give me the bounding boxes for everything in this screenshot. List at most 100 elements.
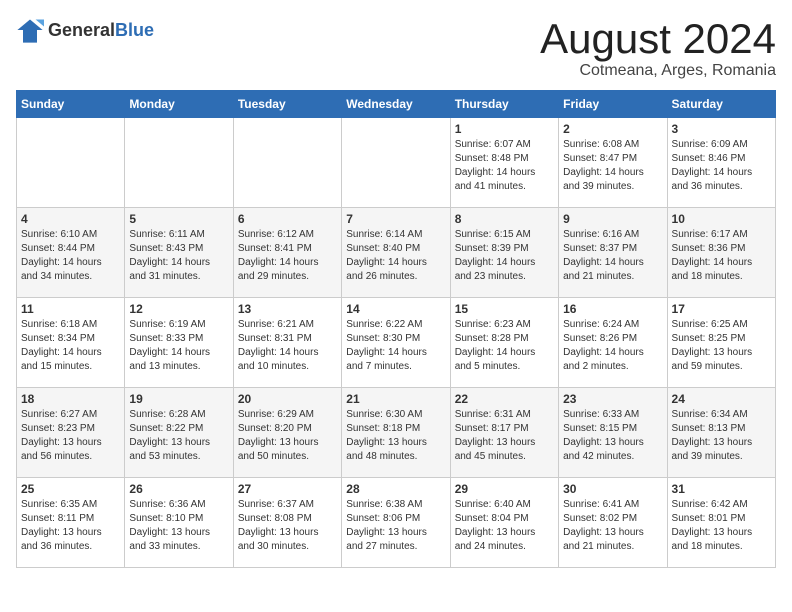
day-number: 31 [672, 482, 771, 496]
table-row: 7 Sunrise: 6:14 AM Sunset: 8:40 PM Daylig… [342, 208, 450, 298]
day-number: 30 [563, 482, 662, 496]
day-info: Sunrise: 6:25 AM Sunset: 8:25 PM Dayligh… [672, 318, 771, 374]
day-number: 16 [563, 302, 662, 316]
header-monday: Monday [125, 91, 233, 118]
day-info: Sunrise: 6:27 AM Sunset: 8:23 PM Dayligh… [21, 408, 120, 464]
table-row [233, 118, 341, 208]
day-info: Sunrise: 6:24 AM Sunset: 8:26 PM Dayligh… [563, 318, 662, 374]
logo-icon [16, 16, 44, 44]
day-number: 20 [238, 392, 337, 406]
day-info: Sunrise: 6:18 AM Sunset: 8:34 PM Dayligh… [21, 318, 120, 374]
day-info: Sunrise: 6:37 AM Sunset: 8:08 PM Dayligh… [238, 498, 337, 554]
logo: GeneralBlue [16, 16, 154, 44]
day-info: Sunrise: 6:15 AM Sunset: 8:39 PM Dayligh… [455, 228, 554, 284]
table-row: 28 Sunrise: 6:38 AM Sunset: 8:06 PM Dayli… [342, 478, 450, 568]
day-number: 18 [21, 392, 120, 406]
table-row: 25Sunrise: 6:35 AM Sunset: 8:11 PM Dayli… [17, 478, 125, 568]
day-info: Sunrise: 6:12 AM Sunset: 8:41 PM Dayligh… [238, 228, 337, 284]
header-friday: Friday [559, 91, 667, 118]
table-row: 4 Sunrise: 6:10 AM Sunset: 8:44 PM Daylig… [17, 208, 125, 298]
day-number: 26 [129, 482, 228, 496]
day-number: 28 [346, 482, 445, 496]
table-row: 6 Sunrise: 6:12 AM Sunset: 8:41 PM Daylig… [233, 208, 341, 298]
day-number: 19 [129, 392, 228, 406]
day-info: Sunrise: 6:28 AM Sunset: 8:22 PM Dayligh… [129, 408, 228, 464]
day-number: 11 [21, 302, 120, 316]
day-info: Sunrise: 6:21 AM Sunset: 8:31 PM Dayligh… [238, 318, 337, 374]
day-number: 15 [455, 302, 554, 316]
table-row: 20 Sunrise: 6:29 AM Sunset: 8:20 PM Dayli… [233, 388, 341, 478]
day-number: 17 [672, 302, 771, 316]
table-row: 5Sunrise: 6:11 AM Sunset: 8:43 PM Daylig… [125, 208, 233, 298]
day-number: 14 [346, 302, 445, 316]
main-title: August 2024 [540, 16, 776, 62]
day-number: 22 [455, 392, 554, 406]
day-info: Sunrise: 6:29 AM Sunset: 8:20 PM Dayligh… [238, 408, 337, 464]
calendar-week-row: 4 Sunrise: 6:10 AM Sunset: 8:44 PM Daylig… [17, 208, 776, 298]
table-row: 24 Sunrise: 6:34 AM Sunset: 8:13 PM Dayli… [667, 388, 775, 478]
header-sunday: Sunday [17, 91, 125, 118]
day-number: 7 [346, 212, 445, 226]
day-number: 9 [563, 212, 662, 226]
calendar-week-row: 1 Sunrise: 6:07 AM Sunset: 8:48 PM Daylig… [17, 118, 776, 208]
day-info: Sunrise: 6:09 AM Sunset: 8:46 PM Dayligh… [672, 138, 771, 194]
table-row: 14Sunrise: 6:22 AM Sunset: 8:30 PM Dayli… [342, 298, 450, 388]
day-number: 3 [672, 122, 771, 136]
day-number: 27 [238, 482, 337, 496]
logo-text: GeneralBlue [48, 20, 154, 41]
day-info: Sunrise: 6:33 AM Sunset: 8:15 PM Dayligh… [563, 408, 662, 464]
table-row: 16 Sunrise: 6:24 AM Sunset: 8:26 PM Dayli… [559, 298, 667, 388]
table-row [125, 118, 233, 208]
day-info: Sunrise: 6:14 AM Sunset: 8:40 PM Dayligh… [346, 228, 445, 284]
table-row: 22Sunrise: 6:31 AM Sunset: 8:17 PM Dayli… [450, 388, 558, 478]
header: GeneralBlue August 2024 Cotmeana, Arges,… [16, 16, 776, 80]
table-row: 21 Sunrise: 6:30 AM Sunset: 8:18 PM Dayli… [342, 388, 450, 478]
day-info: Sunrise: 6:07 AM Sunset: 8:48 PM Dayligh… [455, 138, 554, 194]
calendar-table: Sunday Monday Tuesday Wednesday Thursday… [16, 90, 776, 568]
day-info: Sunrise: 6:35 AM Sunset: 8:11 PM Dayligh… [21, 498, 120, 554]
header-thursday: Thursday [450, 91, 558, 118]
day-number: 2 [563, 122, 662, 136]
table-row: 31Sunrise: 6:42 AM Sunset: 8:01 PM Dayli… [667, 478, 775, 568]
calendar-week-row: 11 Sunrise: 6:18 AM Sunset: 8:34 PM Dayli… [17, 298, 776, 388]
header-tuesday: Tuesday [233, 91, 341, 118]
day-info: Sunrise: 6:19 AM Sunset: 8:33 PM Dayligh… [129, 318, 228, 374]
table-row: 17 Sunrise: 6:25 AM Sunset: 8:25 PM Dayli… [667, 298, 775, 388]
table-row: 26 Sunrise: 6:36 AM Sunset: 8:10 PM Dayli… [125, 478, 233, 568]
table-row: 8Sunrise: 6:15 AM Sunset: 8:39 PM Daylig… [450, 208, 558, 298]
day-info: Sunrise: 6:34 AM Sunset: 8:13 PM Dayligh… [672, 408, 771, 464]
day-info: Sunrise: 6:10 AM Sunset: 8:44 PM Dayligh… [21, 228, 120, 284]
table-row: 23 Sunrise: 6:33 AM Sunset: 8:15 PM Dayli… [559, 388, 667, 478]
day-number: 13 [238, 302, 337, 316]
table-row: 18 Sunrise: 6:27 AM Sunset: 8:23 PM Dayli… [17, 388, 125, 478]
day-number: 29 [455, 482, 554, 496]
day-number: 21 [346, 392, 445, 406]
calendar-week-row: 18 Sunrise: 6:27 AM Sunset: 8:23 PM Dayli… [17, 388, 776, 478]
day-info: Sunrise: 6:40 AM Sunset: 8:04 PM Dayligh… [455, 498, 554, 554]
day-info: Sunrise: 6:08 AM Sunset: 8:47 PM Dayligh… [563, 138, 662, 194]
day-info: Sunrise: 6:38 AM Sunset: 8:06 PM Dayligh… [346, 498, 445, 554]
header-saturday: Saturday [667, 91, 775, 118]
day-number: 6 [238, 212, 337, 226]
day-info: Sunrise: 6:30 AM Sunset: 8:18 PM Dayligh… [346, 408, 445, 464]
table-row: 1 Sunrise: 6:07 AM Sunset: 8:48 PM Daylig… [450, 118, 558, 208]
day-number: 23 [563, 392, 662, 406]
table-row: 9Sunrise: 6:16 AM Sunset: 8:37 PM Daylig… [559, 208, 667, 298]
table-row: 15Sunrise: 6:23 AM Sunset: 8:28 PM Dayli… [450, 298, 558, 388]
header-wednesday: Wednesday [342, 91, 450, 118]
day-number: 24 [672, 392, 771, 406]
table-row: 2 Sunrise: 6:08 AM Sunset: 8:47 PM Daylig… [559, 118, 667, 208]
calendar-week-row: 25Sunrise: 6:35 AM Sunset: 8:11 PM Dayli… [17, 478, 776, 568]
day-info: Sunrise: 6:17 AM Sunset: 8:36 PM Dayligh… [672, 228, 771, 284]
table-row: 3 Sunrise: 6:09 AM Sunset: 8:46 PM Daylig… [667, 118, 775, 208]
table-row [17, 118, 125, 208]
table-row: 30 Sunrise: 6:41 AM Sunset: 8:02 PM Dayli… [559, 478, 667, 568]
subtitle: Cotmeana, Arges, Romania [540, 62, 776, 80]
day-number: 4 [21, 212, 120, 226]
day-info: Sunrise: 6:36 AM Sunset: 8:10 PM Dayligh… [129, 498, 228, 554]
table-row: 19 Sunrise: 6:28 AM Sunset: 8:22 PM Dayli… [125, 388, 233, 478]
day-number: 1 [455, 122, 554, 136]
day-info: Sunrise: 6:41 AM Sunset: 8:02 PM Dayligh… [563, 498, 662, 554]
table-row: 13 Sunrise: 6:21 AM Sunset: 8:31 PM Dayli… [233, 298, 341, 388]
calendar-header-row: Sunday Monday Tuesday Wednesday Thursday… [17, 91, 776, 118]
